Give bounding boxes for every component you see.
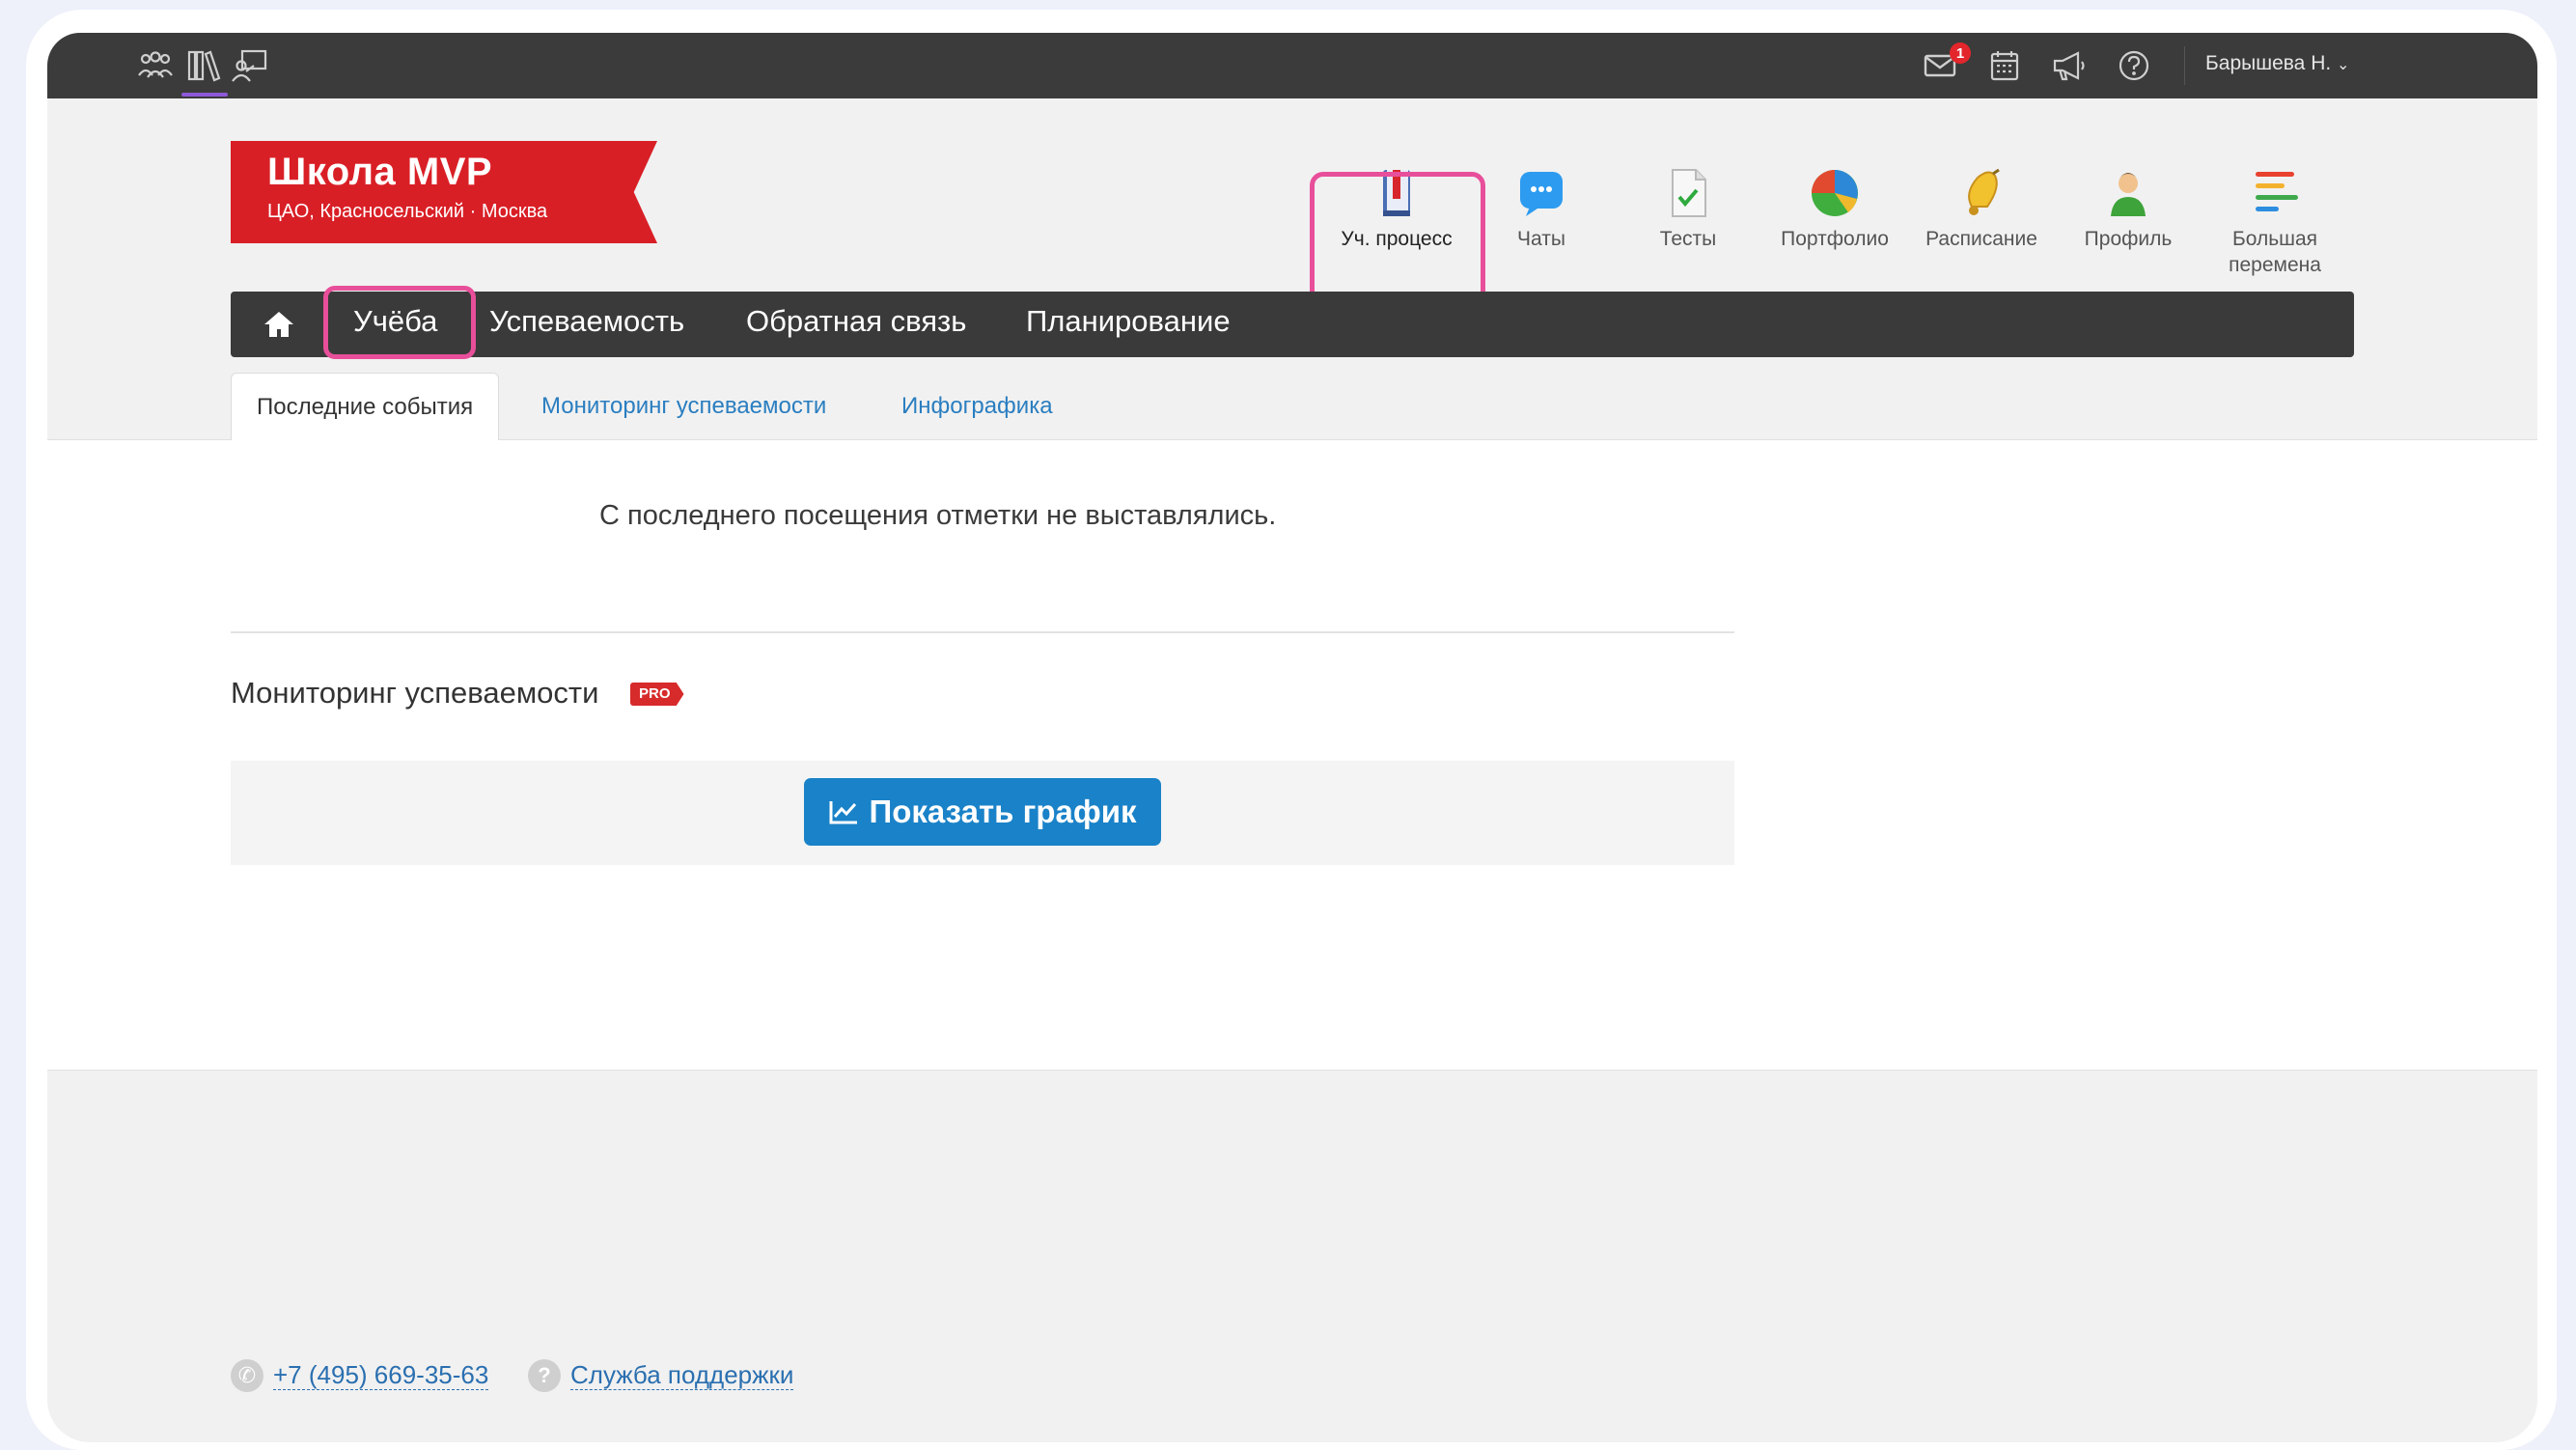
user-menu[interactable]: Барышева Н. ⌄ <box>2205 52 2349 75</box>
app-label: Чаты <box>1517 228 1565 250</box>
home-icon <box>264 312 293 337</box>
app-label: Портфолио <box>1781 228 1889 250</box>
test-icon <box>1672 169 1706 217</box>
app-chats[interactable]: Чаты <box>1469 164 1614 252</box>
chat-icon <box>1520 172 1563 216</box>
tab-recent-events[interactable]: Последние события <box>231 373 500 440</box>
chart-panel: Показать график <box>231 761 1734 865</box>
tab-infographics[interactable]: Инфографика <box>901 373 1053 440</box>
app-profile[interactable]: Профиль <box>2056 164 2201 252</box>
tabs-bar: Последние события Мониторинг успеваемост… <box>47 373 2537 440</box>
nav-item-feedback[interactable]: Обратная связь <box>746 304 966 339</box>
section-title: Мониторинг успеваемости <box>231 676 599 710</box>
help-icon[interactable] <box>2113 46 2155 85</box>
support-link[interactable]: Служба поддержки <box>570 1360 794 1390</box>
home-button[interactable] <box>231 292 327 357</box>
app-label: Расписание <box>1925 228 2037 250</box>
books-icon[interactable] <box>182 46 225 85</box>
nav-item-planning[interactable]: Планирование <box>1026 304 1231 339</box>
megaphone-icon[interactable] <box>2048 46 2091 85</box>
content-divider <box>231 631 1734 633</box>
active-tab-indicator <box>181 93 228 97</box>
app-tests[interactable]: Тесты <box>1616 164 1760 252</box>
chevron-down-icon: ⌄ <box>2337 57 2350 73</box>
school-name: Школа MVP <box>267 151 493 193</box>
main-nav: Учёба Успеваемость Обратная связь Планир… <box>231 292 2354 357</box>
top-bar: 1 Барышева Н. ⌄ <box>47 33 2537 98</box>
support-icon: ? <box>528 1359 561 1392</box>
pie-chart-icon <box>1812 170 1858 216</box>
app-schedule[interactable]: Расписание <box>1909 164 2054 252</box>
app-screen: 1 Барышева Н. ⌄ Школа MVP ЦАО, Красносел… <box>47 33 2537 1442</box>
main-content: С последнего посещения отметки не выстав… <box>47 440 2537 1070</box>
app-label: Тесты <box>1659 228 1717 250</box>
highlight-study <box>323 286 476 359</box>
no-marks-notice: С последнего посещения отметки не выстав… <box>599 500 1277 531</box>
phone-icon: ✆ <box>231 1359 263 1392</box>
profile-icon <box>2111 173 2146 216</box>
show-chart-button[interactable]: Показать график <box>804 778 1161 846</box>
phone-link[interactable]: +7 (495) 669-35-63 <box>273 1360 489 1390</box>
app-portfolio[interactable]: Портфолио <box>1762 164 1907 252</box>
footer: ✆ +7 (495) 669-35-63 ? Служба поддержки <box>47 1070 2537 1442</box>
nav-item-performance[interactable]: Успеваемость <box>489 304 684 339</box>
calendar-icon[interactable] <box>1983 46 2026 85</box>
mail-count-badge: 1 <box>1950 42 1971 64</box>
bell-icon <box>1968 168 2000 215</box>
pro-badge: PRO <box>630 683 684 706</box>
tab-monitoring[interactable]: Мониторинг успеваемости <box>541 373 826 440</box>
highlight-learning-process <box>1310 172 1485 311</box>
teacher-icon[interactable] <box>229 46 271 85</box>
app-label: Большая перемена <box>2229 228 2321 276</box>
topbar-separator <box>2184 46 2185 85</box>
app-big-break[interactable]: Большая перемена <box>2202 164 2347 278</box>
line-chart-icon <box>829 801 858 824</box>
app-label: Профиль <box>2084 228 2173 250</box>
people-icon[interactable] <box>134 46 177 85</box>
school-location: ЦАО, Красносельский · Москва <box>267 201 548 222</box>
user-name: Барышева Н. <box>2205 52 2332 74</box>
show-chart-label: Показать график <box>869 794 1137 829</box>
school-logo[interactable]: Школа MVP ЦАО, Красносельский · Москва <box>231 141 657 243</box>
bars-icon <box>2256 172 2298 211</box>
